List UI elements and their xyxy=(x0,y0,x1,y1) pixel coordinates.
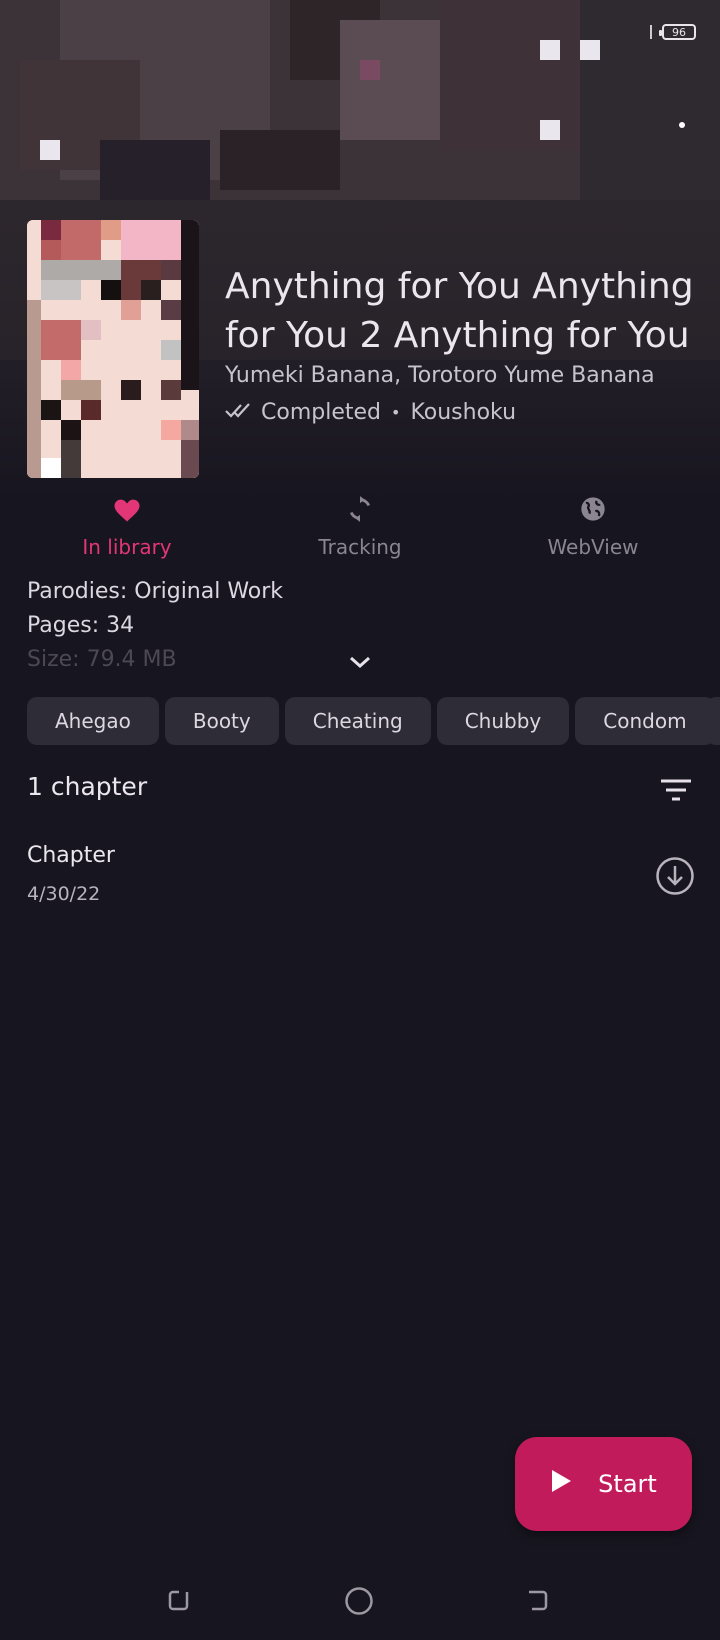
heart-icon xyxy=(112,495,142,527)
pixel-block xyxy=(540,120,560,140)
overflow-dot xyxy=(679,122,685,128)
pixel-block xyxy=(540,40,560,60)
separator-dot: • xyxy=(391,403,401,422)
cover-image[interactable] xyxy=(27,220,199,478)
description[interactable]: Parodies: Original Work Pages: 34 Size: … xyxy=(27,575,283,677)
chapter-date: 4/30/22 xyxy=(27,883,101,905)
tracking-button[interactable]: Tracking xyxy=(260,495,460,559)
status-label: Completed xyxy=(261,400,381,425)
pages-line: Pages: 34 xyxy=(27,613,135,638)
sync-icon xyxy=(346,495,374,527)
tag-chip[interactable]: Ahegao xyxy=(27,697,159,745)
tag-chip[interactable]: Cheating xyxy=(284,697,431,745)
webview-button[interactable]: WebView xyxy=(493,495,693,559)
in-library-button[interactable]: In library xyxy=(27,495,227,559)
tag-chip[interactable]: Booty xyxy=(164,697,279,745)
start-label: Start xyxy=(598,1470,657,1498)
parodies-line: Parodies: Original Work xyxy=(27,579,284,604)
play-icon xyxy=(550,1469,572,1499)
battery-icon: 96 xyxy=(659,24,696,40)
status-bar: 96 xyxy=(650,24,696,40)
globe-icon xyxy=(579,495,607,527)
source-label: Koushoku xyxy=(410,400,517,425)
webview-label: WebView xyxy=(547,535,639,559)
system-nav-bar xyxy=(0,1580,720,1620)
publication-status: Completed • Koushoku xyxy=(225,400,516,425)
recents-icon[interactable] xyxy=(165,1586,193,1618)
filter-icon[interactable] xyxy=(659,778,693,808)
home-icon[interactable] xyxy=(344,1586,374,1620)
size-line: Size: 79.4 MB xyxy=(27,647,177,672)
battery-level: 96 xyxy=(672,25,686,39)
tag-chip-overflow[interactable] xyxy=(706,697,720,745)
chevron-down-icon[interactable] xyxy=(347,653,373,675)
done-all-icon xyxy=(225,400,251,425)
pixel-block xyxy=(580,40,600,60)
tracking-label: Tracking xyxy=(318,535,402,559)
tag-chip[interactable]: Condom xyxy=(575,697,715,745)
signal-icon xyxy=(650,25,652,39)
manga-title: Anything for You Anything for You 2 Anyt… xyxy=(225,266,694,356)
download-icon[interactable] xyxy=(655,856,695,900)
genre-tags: Ahegao Booty Cheating Chubby Condom xyxy=(27,697,715,745)
chapter-count: 1 chapter xyxy=(27,772,148,801)
manga-authors: Yumeki Banana, Torotoro Yume Banana xyxy=(225,363,655,388)
action-row: In library Tracking WebView xyxy=(27,495,693,559)
back-icon[interactable] xyxy=(523,1586,551,1618)
start-button[interactable]: Start xyxy=(515,1437,692,1531)
pixel-block xyxy=(40,140,60,160)
in-library-label: In library xyxy=(82,535,172,559)
tag-chip[interactable]: Chubby xyxy=(436,697,570,745)
chapter-title: Chapter xyxy=(27,843,115,868)
